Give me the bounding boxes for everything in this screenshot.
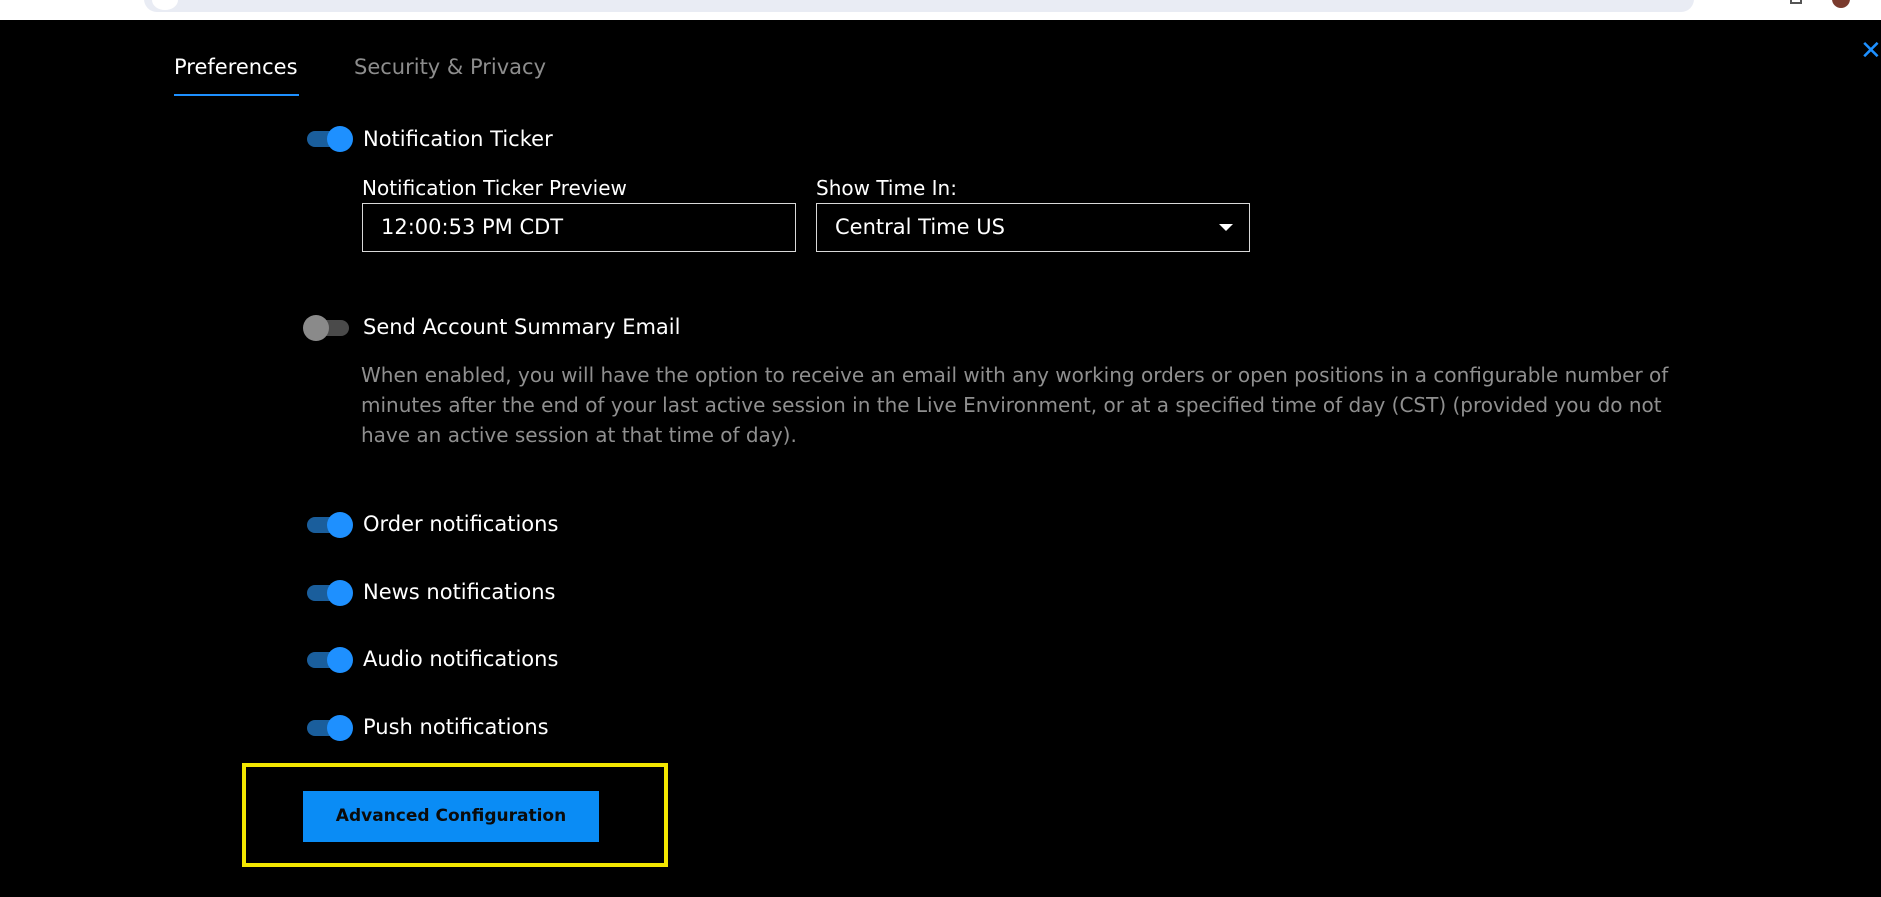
close-icon[interactable]: ✕ xyxy=(1860,38,1881,64)
order-notifications-label: Order notifications xyxy=(363,512,559,536)
ticker-preview-field: 12:00:53 PM CDT xyxy=(362,203,796,252)
browser-top-strip xyxy=(0,0,1881,20)
tab-security-privacy[interactable]: Security & Privacy xyxy=(354,54,546,94)
push-notifications-toggle[interactable] xyxy=(305,715,353,741)
news-notifications-toggle[interactable] xyxy=(305,580,353,606)
account-summary-label: Send Account Summary Email xyxy=(363,315,681,339)
active-tab-indicator xyxy=(174,94,299,96)
notification-ticker-label: Notification Ticker xyxy=(363,127,553,151)
avatar[interactable] xyxy=(1832,0,1850,8)
audio-notifications-label: Audio notifications xyxy=(363,647,559,671)
order-notifications-toggle[interactable] xyxy=(305,512,353,538)
toggle-knob xyxy=(327,580,353,606)
timezone-selected-value: Central Time US xyxy=(835,215,1005,239)
ticker-preview-label: Notification Ticker Preview xyxy=(362,176,627,200)
tab-preferences[interactable]: Preferences xyxy=(174,54,298,94)
account-summary-description: When enabled, you will have the option t… xyxy=(361,363,1669,447)
toggle-knob xyxy=(327,512,353,538)
audio-notifications-toggle[interactable] xyxy=(305,647,353,673)
settings-page: ✕ Preferences Security & Privacy Notific… xyxy=(0,0,1881,897)
news-notifications-label: News notifications xyxy=(363,580,556,604)
advanced-configuration-button[interactable]: Advanced Configuration xyxy=(303,791,599,842)
address-bar[interactable] xyxy=(144,0,1694,12)
account-summary-toggle[interactable] xyxy=(303,315,351,341)
toggle-knob xyxy=(327,647,353,673)
toggle-knob xyxy=(327,715,353,741)
push-notifications-label: Push notifications xyxy=(363,715,549,739)
timezone-select[interactable]: Central Time US xyxy=(816,203,1250,252)
notification-ticker-toggle[interactable] xyxy=(305,126,353,152)
toggle-knob xyxy=(327,126,353,152)
toggle-knob xyxy=(303,315,329,341)
window-icon[interactable] xyxy=(1790,0,1802,4)
chevron-down-icon xyxy=(1219,224,1233,231)
show-time-in-label: Show Time In: xyxy=(816,176,957,200)
